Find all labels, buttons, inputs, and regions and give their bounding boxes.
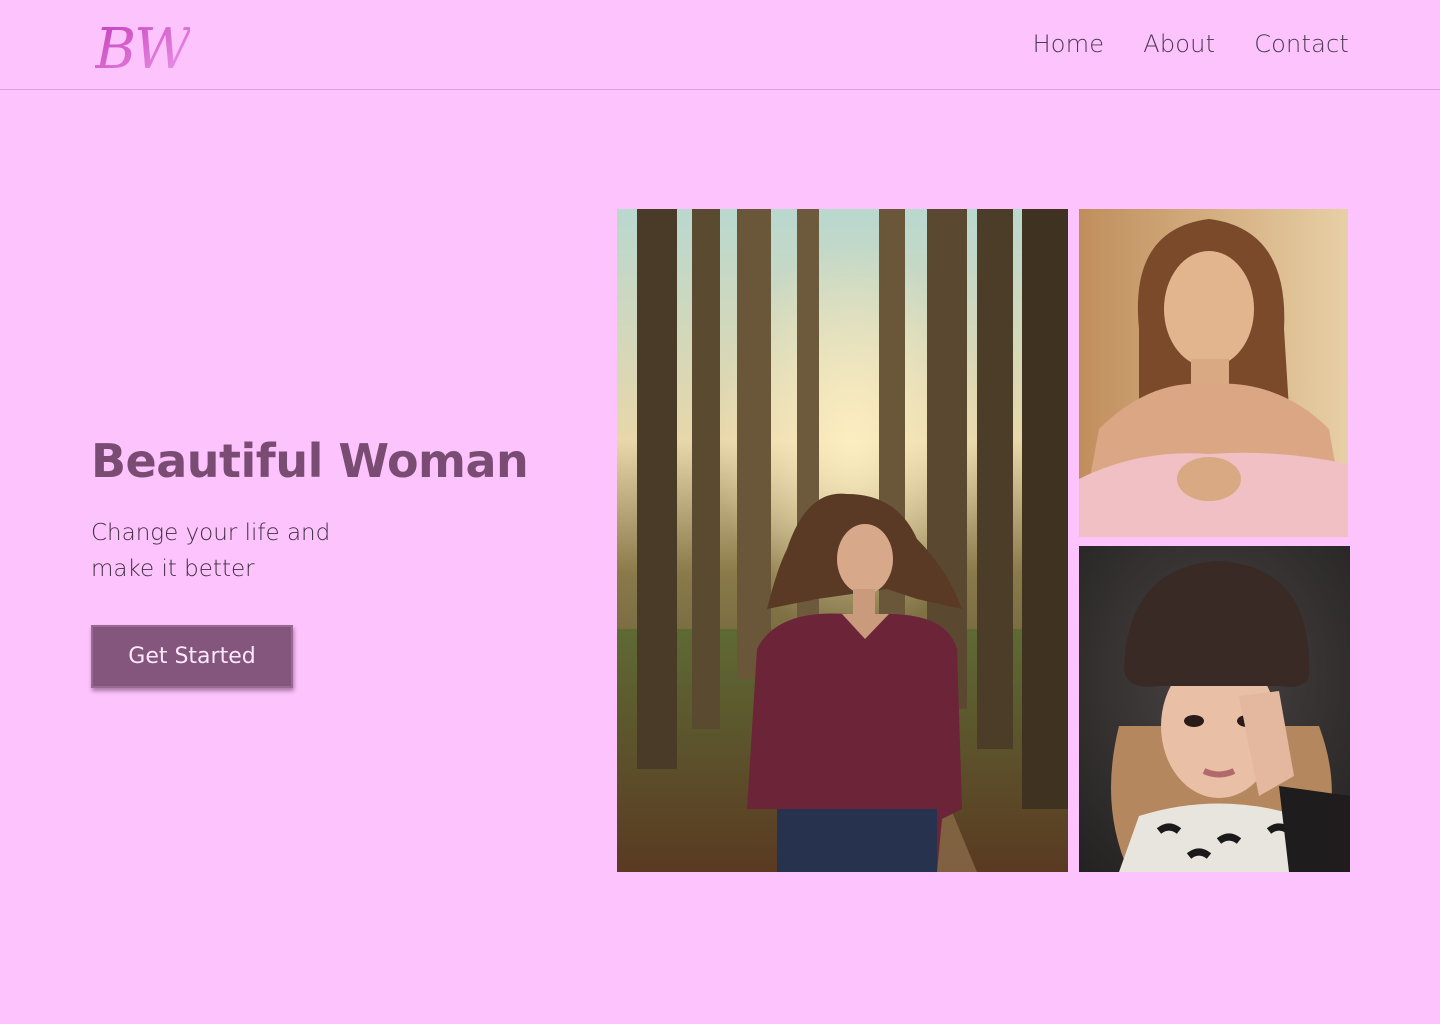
- photo-woman-fur-hat: [1079, 546, 1350, 872]
- photo-woman-portrait: [1079, 209, 1348, 537]
- hero-title: Beautiful Woman: [91, 434, 529, 488]
- brand-logo[interactable]: BW: [94, 10, 198, 82]
- main-nav: Home About Contact: [1033, 28, 1349, 60]
- hero-subtitle: Change your life and make it better: [91, 520, 331, 582]
- nav-link-about[interactable]: About: [1143, 28, 1215, 60]
- nav-link-contact[interactable]: Contact: [1254, 28, 1349, 60]
- photo-woman-forest: [617, 209, 1068, 872]
- site-header: BW Home About Contact: [0, 0, 1440, 90]
- landing-page: BW Home About Contact Beautiful Woman Ch…: [0, 0, 1440, 1024]
- get-started-button[interactable]: Get Started: [91, 625, 293, 688]
- nav-link-home[interactable]: Home: [1033, 28, 1105, 60]
- logo-text: BW: [95, 17, 190, 76]
